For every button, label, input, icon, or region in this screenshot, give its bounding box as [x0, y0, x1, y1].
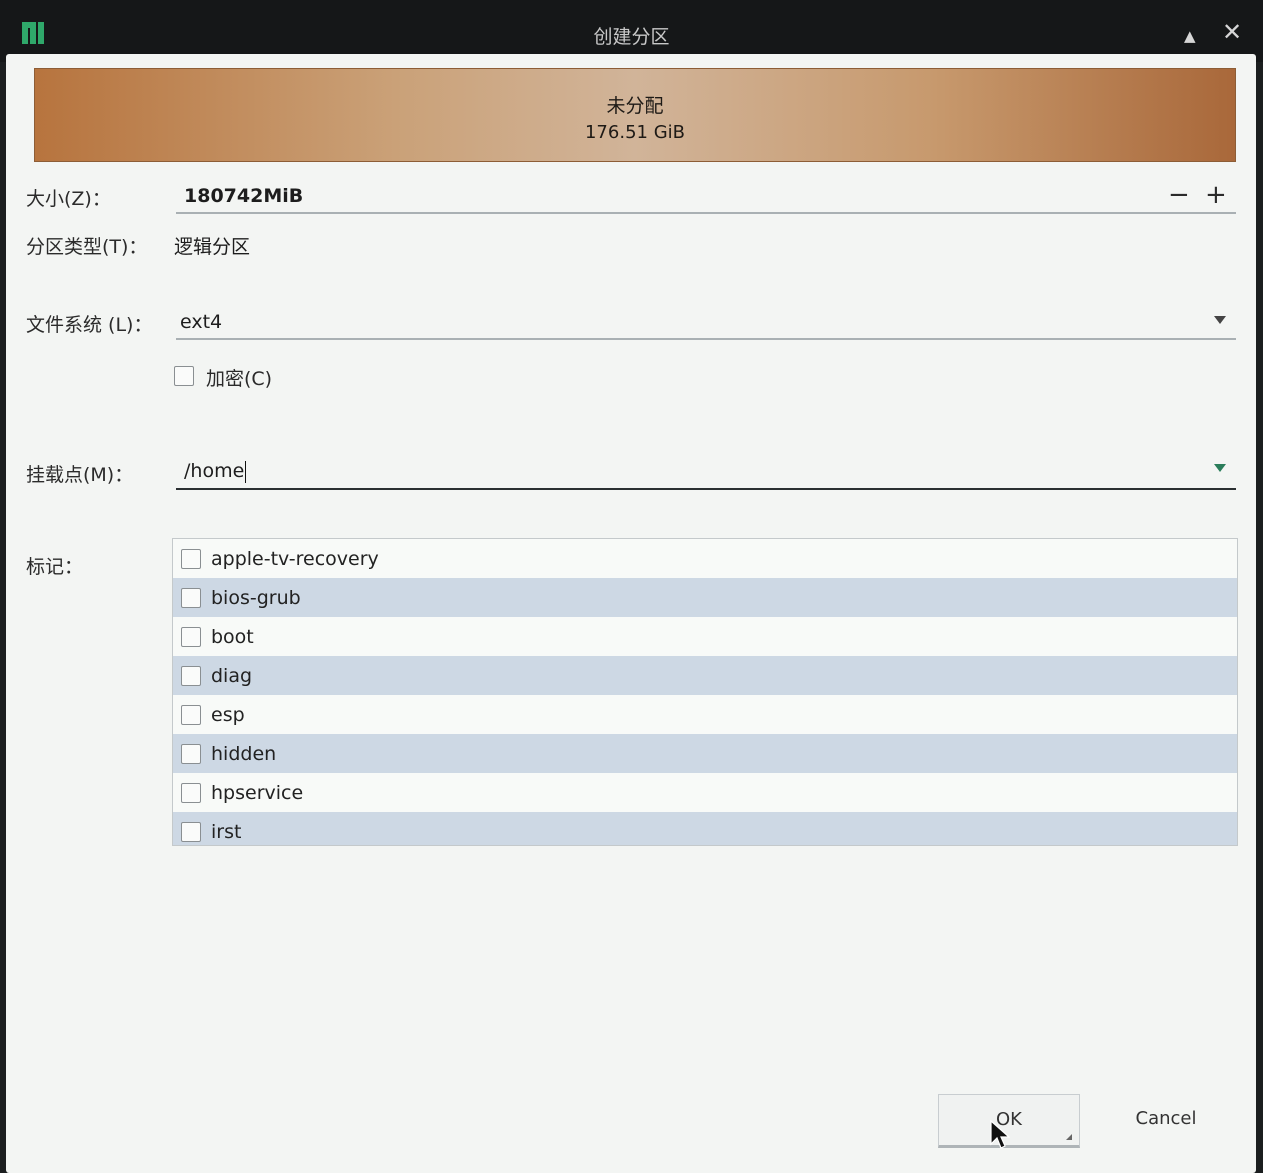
mount-point-dropdown-icon[interactable]	[1214, 464, 1226, 472]
flag-label: boot	[211, 625, 254, 648]
create-partition-dialog: 未分配 176.51 GiB 大小(Z)： 180742MiB − + 分区类型…	[6, 54, 1256, 1173]
window-title: 创建分区	[593, 26, 670, 48]
flag-row-hidden[interactable]: hidden	[173, 734, 1237, 773]
mount-point-label: 挂载点(M)：	[26, 464, 134, 486]
flag-row-boot[interactable]: boot	[173, 617, 1237, 656]
cancel-button[interactable]: Cancel	[1106, 1094, 1226, 1144]
shade-window-icon[interactable]: ▲	[1184, 22, 1196, 50]
filesystem-value: ext4	[180, 311, 223, 333]
flag-label: apple-tv-recovery	[211, 547, 379, 570]
flag-label: hidden	[211, 742, 277, 765]
partition-type-value: 逻辑分区	[174, 236, 251, 258]
partition-preview-bar: 未分配 176.51 GiB	[34, 68, 1236, 162]
size-decrease-button[interactable]: −	[1168, 180, 1190, 210]
mouse-cursor-icon	[990, 1119, 1011, 1154]
flag-checkbox[interactable]	[181, 665, 201, 686]
size-increase-button[interactable]: +	[1205, 180, 1227, 210]
flag-checkbox[interactable]	[181, 782, 201, 803]
flag-checkbox[interactable]	[181, 587, 201, 608]
flag-row-irst[interactable]: irst	[173, 812, 1237, 845]
encrypt-checkbox[interactable]	[174, 366, 194, 386]
flag-checkbox[interactable]	[181, 743, 201, 764]
flag-row-esp[interactable]: esp	[173, 695, 1237, 734]
text-caret	[245, 460, 247, 483]
filesystem-select[interactable]: ext4	[176, 308, 1236, 340]
flag-row-diag[interactable]: diag	[173, 656, 1237, 695]
mount-point-input[interactable]: /home	[176, 456, 1236, 490]
flag-label: esp	[211, 703, 245, 726]
partition-type-label: 分区类型(T)：	[26, 236, 148, 258]
size-value: 180742MiB	[184, 185, 304, 207]
filesystem-dropdown-icon[interactable]	[1214, 316, 1226, 324]
flags-label: 标记：	[26, 556, 84, 578]
partition-bar-size: 176.51 GiB	[584, 122, 685, 143]
title-bar: 创建分区 ▲ ✕	[0, 0, 1263, 62]
flag-checkbox[interactable]	[181, 626, 201, 647]
flag-checkbox[interactable]	[181, 821, 201, 842]
flag-row-apple-tv-recovery[interactable]: apple-tv-recovery	[173, 539, 1237, 578]
encrypt-label[interactable]: 加密(C)	[206, 364, 272, 391]
filesystem-label: 文件系统 (L)：	[26, 314, 153, 336]
ok-button-corner-icon	[1066, 1134, 1072, 1140]
size-label: 大小(Z)：	[26, 188, 111, 210]
mount-point-value: /home	[184, 460, 245, 482]
close-window-button[interactable]: ✕	[1222, 18, 1242, 46]
flag-label: irst	[211, 820, 242, 843]
size-input[interactable]: 180742MiB	[176, 184, 1236, 214]
flags-list[interactable]: apple-tv-recovery bios-grub boot diag es…	[172, 538, 1238, 846]
flag-checkbox[interactable]	[181, 704, 201, 725]
flag-row-bios-grub[interactable]: bios-grub	[173, 578, 1237, 617]
partition-bar-name: 未分配	[606, 95, 664, 117]
flag-row-hpservice[interactable]: hpservice	[173, 773, 1237, 812]
flag-label: hpservice	[211, 781, 304, 804]
flag-label: diag	[211, 664, 253, 687]
flag-checkbox[interactable]	[181, 548, 201, 569]
flag-label: bios-grub	[211, 586, 301, 609]
